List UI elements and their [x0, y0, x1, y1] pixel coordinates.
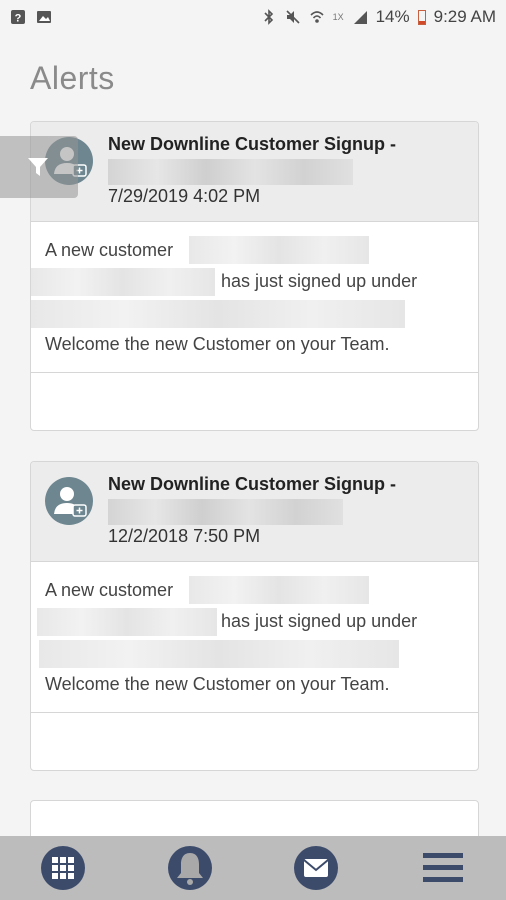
redacted-name [108, 499, 343, 525]
image-notification-icon [37, 11, 51, 23]
nav-messages-button[interactable] [286, 838, 346, 898]
alert-date: 12/2/2018 7:50 PM [108, 526, 261, 546]
battery-percent: 14% [375, 7, 410, 26]
svg-text:?: ? [15, 13, 22, 25]
alert-body-line: has just signed up under [221, 611, 418, 631]
alert-card[interactable]: New Downline Customer Signup - 12/2/2018… [30, 461, 479, 771]
alert-date: 7/29/2019 4:02 PM [108, 186, 261, 206]
redacted-text [31, 300, 405, 328]
status-bar: ? 1X 14% 9:29 AM [0, 0, 506, 34]
alert-body-line: A new customer [45, 580, 174, 600]
alert-title: New Downline Customer Signup - [108, 474, 397, 494]
bottom-nav [0, 836, 506, 900]
alert-body-line: has just signed up under [221, 271, 418, 291]
page-title: Alerts [30, 60, 115, 96]
alert-body: A new customer has just signed up under … [31, 562, 478, 713]
redacted-text [189, 236, 369, 264]
alert-body-line: Welcome the new Customer on your Team. [45, 334, 390, 354]
alert-card-footer [31, 373, 478, 430]
alert-body-line: Welcome the new Customer on your Team. [45, 674, 390, 694]
mute-icon [286, 10, 300, 24]
redacted-text [31, 268, 215, 296]
network-type-label: 1X [332, 12, 344, 22]
bell-icon [167, 846, 212, 890]
alert-card-header: New Downline Customer Signup - 12/2/2018… [31, 462, 478, 562]
filter-button[interactable] [0, 136, 78, 198]
alert-card-footer [31, 713, 478, 770]
nav-apps-button[interactable] [33, 838, 93, 898]
battery-icon [417, 9, 426, 25]
alert-body-line: A new customer [45, 240, 174, 260]
alert-card[interactable]: New Downline Customer Signup - 7/29/2019… [30, 121, 479, 431]
filter-icon [28, 158, 48, 176]
redacted-name [108, 159, 353, 185]
redacted-text [39, 640, 399, 668]
bluetooth-icon [264, 9, 273, 25]
alert-card-header: New Downline Customer Signup - 7/29/2019… [31, 122, 478, 222]
grid-icon [41, 846, 86, 890]
alert-title: New Downline Customer Signup - [108, 134, 397, 154]
clock: 9:29 AM [433, 7, 496, 26]
nav-alerts-button[interactable] [160, 838, 220, 898]
alert-body: A new customer has just signed up under … [31, 222, 478, 373]
redacted-text [189, 576, 369, 604]
wifi-icon [310, 11, 324, 23]
help-notification-icon: ? [11, 10, 25, 25]
user-add-icon [45, 477, 93, 525]
redacted-text [37, 608, 217, 636]
menu-icon [422, 853, 463, 882]
signal-icon [353, 11, 367, 24]
nav-menu-button[interactable] [413, 838, 473, 898]
mail-icon [294, 846, 339, 890]
